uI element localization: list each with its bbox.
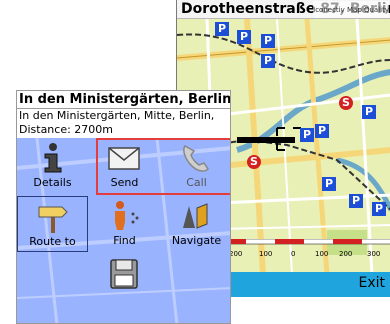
station-icon: S: [247, 155, 261, 169]
parking-icon: P: [372, 202, 386, 216]
save-button[interactable]: [89, 254, 160, 310]
parking-icon: P: [261, 34, 275, 48]
scale-tick-label: 200: [229, 250, 243, 258]
save-icon: [110, 259, 138, 289]
place-title: In den Ministergärten, Berlin: [17, 92, 231, 109]
navigate-icon: [183, 203, 208, 229]
exit-softkey[interactable]: Exit: [358, 275, 385, 291]
details-button[interactable]: Details: [17, 138, 88, 194]
details-label: Details: [33, 176, 72, 189]
map-credit: Iconectiv Map Quality: [313, 1, 389, 18]
scale-tick-label: 100: [315, 250, 329, 258]
place-address: In den Ministergärten, Mitte, Berlin,: [19, 109, 215, 122]
place-header: In den Ministergärten, Berlin In den Min…: [17, 91, 231, 137]
selection-highlight: [96, 138, 230, 195]
place-distance: Distance: 2700m: [19, 123, 114, 136]
parking-icon: P: [300, 128, 314, 142]
parking-icon: P: [362, 105, 376, 119]
place-menu-screen: In den Ministergärten, Berlin In den Min…: [16, 90, 231, 324]
action-grid: Details Send Call Route to Find Navigate: [17, 138, 230, 323]
map-title: Dorotheenstraße 87, Berlin Iconectiv Map…: [177, 0, 390, 19]
navigate-button[interactable]: Navigate: [161, 196, 230, 252]
find-button[interactable]: Find: [89, 196, 160, 252]
find-label: Find: [113, 234, 136, 247]
info-icon: [44, 143, 62, 173]
parking-icon: P: [349, 194, 363, 208]
parking-icon: P: [261, 54, 275, 68]
station-icon: S: [339, 96, 353, 110]
route-to-label: Route to: [29, 235, 76, 248]
route-to-button[interactable]: Route to: [17, 196, 88, 252]
parking-icon: P: [322, 177, 336, 191]
parking-icon: P: [237, 30, 251, 44]
navigate-label: Navigate: [171, 234, 222, 247]
parking-icon: P: [315, 124, 329, 138]
map-scale-bar: [217, 239, 390, 245]
person-search-icon: [115, 201, 139, 230]
scale-tick-label: 200: [339, 250, 353, 258]
scale-tick-label: 100: [259, 250, 273, 258]
parking-icon: P: [215, 22, 229, 36]
scale-tick-label: 0: [291, 250, 296, 258]
scale-tick-label: 300: [367, 250, 381, 258]
signpost-icon: [38, 206, 68, 233]
